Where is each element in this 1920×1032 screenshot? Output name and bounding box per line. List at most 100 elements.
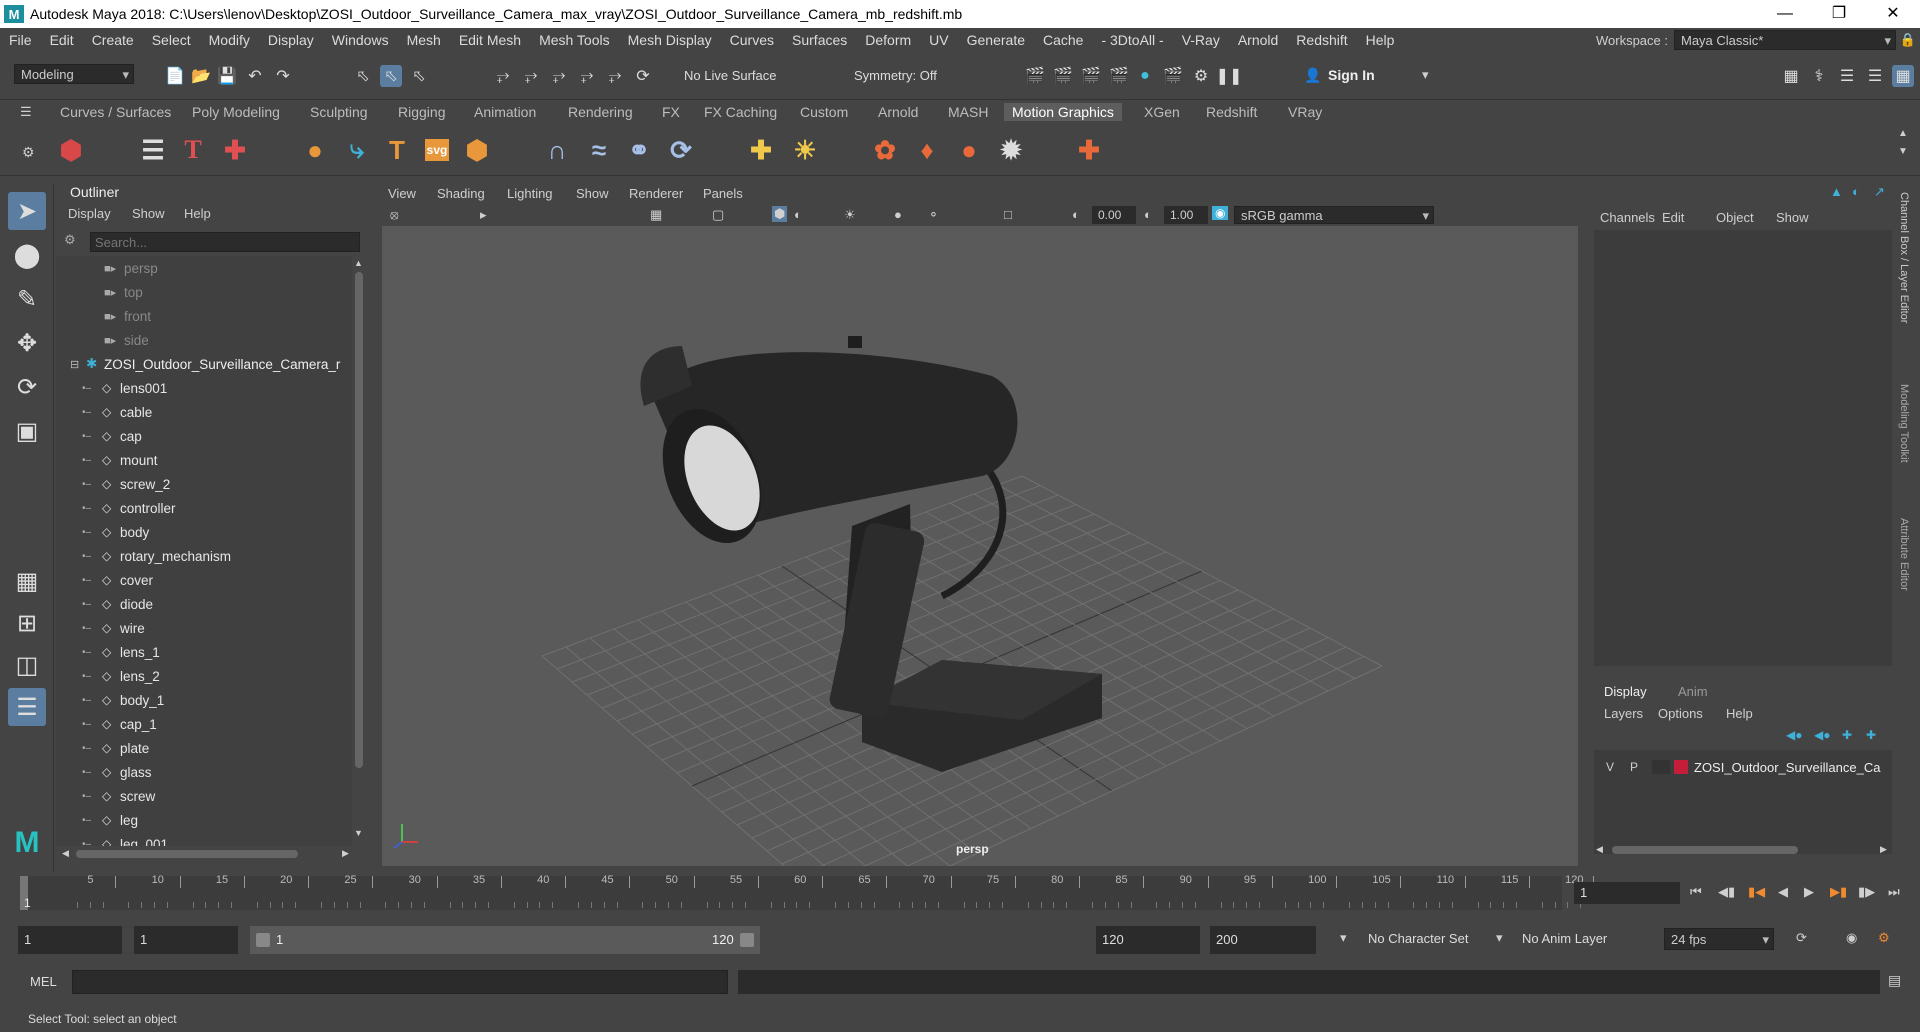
menu-mesh-tools[interactable]: Mesh Tools	[530, 32, 619, 48]
type-tool-icon[interactable]: T	[176, 133, 210, 167]
animation-end-field[interactable]: 200	[1210, 926, 1316, 954]
modeling-toolkit-icon[interactable]: ▦	[1780, 65, 1802, 87]
tab-poly-modeling[interactable]: Poly Modeling	[184, 103, 288, 121]
hypershade-icon[interactable]: ●	[1134, 65, 1156, 87]
channelbox-settings-icon[interactable]: ◐	[1852, 184, 1860, 199]
svg-tool-icon[interactable]: svg	[420, 133, 454, 167]
tab-sculpting[interactable]: Sculpting	[302, 103, 376, 121]
side-tab-attribute-editor[interactable]: Attribute Editor	[1898, 518, 1910, 591]
tab-fx-caching[interactable]: FX Caching	[696, 103, 785, 121]
anim-layer-field[interactable]: No Anim Layer	[1522, 931, 1607, 946]
live-surface-field[interactable]: No Live Surface	[684, 68, 777, 83]
tab-rendering[interactable]: Rendering	[560, 103, 641, 121]
list-icon[interactable]: ☰	[136, 133, 170, 167]
wave-deformer-icon[interactable]: ≈	[582, 133, 616, 167]
menu-vray[interactable]: V-Ray	[1173, 32, 1229, 48]
bullet-solver-icon[interactable]: ●	[952, 133, 986, 167]
undo-icon[interactable]: ↶	[244, 65, 266, 87]
3d-viewport[interactable]: persp	[382, 226, 1578, 866]
layer-row[interactable]: V P ZOSI_Outdoor_Surveillance_Ca	[1594, 756, 1892, 778]
collapse-icon[interactable]: ⊟	[70, 358, 86, 371]
menu-mesh-display[interactable]: Mesh Display	[619, 32, 721, 48]
menu-curves[interactable]: Curves	[721, 32, 783, 48]
outliner-search-input[interactable]	[90, 232, 360, 252]
shelf-scroll-down-icon[interactable]: ▼	[1898, 146, 1908, 157]
outliner-scroll-left-icon[interactable]: ◀	[62, 848, 69, 859]
range-slider[interactable]: 1 120	[250, 926, 760, 954]
tab-vray[interactable]: VRay	[1280, 103, 1330, 121]
outliner-scroll-down-icon[interactable]: ▼	[354, 828, 363, 838]
animation-start-field[interactable]: 1	[18, 926, 122, 954]
list-item[interactable]: •– ◇ wire	[56, 616, 346, 640]
list-item[interactable]: •– ◇ cable	[56, 400, 346, 424]
maximize-button[interactable]: ❐	[1812, 0, 1866, 28]
layer-type-toggle[interactable]	[1652, 760, 1670, 774]
channelbox-menu-show[interactable]: Show	[1776, 210, 1809, 225]
wireframe-icon[interactable]: ▢	[712, 207, 724, 223]
single-view-layout-icon[interactable]: ▦	[8, 562, 46, 600]
new-scene-icon[interactable]: 📄	[164, 65, 186, 87]
outliner-menu-help[interactable]: Help	[184, 206, 211, 221]
attribute-editor-icon[interactable]: ☰	[1836, 65, 1858, 87]
list-item[interactable]: •– ◇ controller	[56, 496, 346, 520]
render-settings-icon[interactable]: 🎬	[1108, 65, 1130, 87]
shelf-scroll-up-icon[interactable]: ▲	[1898, 128, 1908, 139]
tab-mash[interactable]: MASH	[940, 103, 996, 121]
tab-curves-surfaces[interactable]: Curves / Surfaces	[52, 103, 179, 121]
list-item[interactable]: •– ◇ rotary_mechanism	[56, 544, 346, 568]
command-language-label[interactable]: MEL	[30, 974, 57, 989]
gamma-icon[interactable]: ◐	[1144, 207, 1152, 222]
list-item-camera[interactable]: ■▸ side	[56, 328, 346, 352]
ipr-render-icon[interactable]: 🎬	[1080, 65, 1102, 87]
list-item[interactable]: •– ◇ leg_001	[56, 832, 346, 847]
menu-modify[interactable]: Modify	[200, 32, 259, 48]
layer-scroll-left-icon[interactable]: ◀	[1596, 844, 1603, 855]
layer-horizontal-scrollbar[interactable]	[1612, 846, 1798, 854]
script-editor-icon[interactable]: ▤	[1888, 972, 1901, 989]
menu-windows[interactable]: Windows	[323, 32, 398, 48]
layer-tab-anim[interactable]: Anim	[1678, 684, 1708, 699]
snap-point-icon[interactable]: ⥅	[548, 65, 570, 87]
menu-mesh[interactable]: Mesh	[398, 32, 450, 48]
isolate-select-icon[interactable]: □	[1004, 207, 1012, 222]
light-add-icon[interactable]: ✚	[744, 133, 778, 167]
lasso-tool-icon[interactable]: ⬤	[8, 236, 46, 274]
loop-icon[interactable]: ⟳	[1796, 930, 1807, 946]
open-scene-icon[interactable]: 📂	[190, 65, 212, 87]
text-tool-icon[interactable]: T	[380, 133, 414, 167]
sign-in-dropdown-icon[interactable]: ▾	[1422, 67, 1429, 83]
cross-tool-icon[interactable]: ✚	[1072, 133, 1106, 167]
list-item[interactable]: •– ◇ screw_2	[56, 472, 346, 496]
menu-file[interactable]: File	[0, 32, 41, 48]
timeline-track[interactable]: 5 10 15 20 25 30 35 40 45 50 55 60 65 70 75 80 85 90 95 100…	[20, 874, 1595, 910]
tab-rigging[interactable]: Rigging	[390, 103, 453, 121]
sign-in-button[interactable]: Sign In	[1328, 67, 1375, 83]
character-set-field[interactable]: No Character Set	[1368, 931, 1468, 946]
menu-deform[interactable]: Deform	[856, 32, 920, 48]
shelf-settings-icon[interactable]: ⚙	[22, 144, 35, 161]
four-view-layout-icon[interactable]: ⊞	[8, 604, 46, 642]
rotate-tool-icon[interactable]: ⟳	[8, 368, 46, 406]
viewport-menu-shading[interactable]: Shading	[437, 186, 485, 201]
list-item[interactable]: •– ◇ cap_1	[56, 712, 346, 736]
channelbox-menu-channels[interactable]: Channels	[1600, 210, 1655, 225]
bookmark-icon[interactable]: ▸	[480, 207, 487, 223]
tab-motion-graphics[interactable]: Motion Graphics	[1004, 103, 1122, 121]
playback-start-field[interactable]: 1	[134, 926, 238, 954]
command-input[interactable]	[72, 970, 728, 994]
go-to-end-icon[interactable]: ⏭	[1888, 884, 1900, 900]
anim-layer-dropdown-icon[interactable]: ▾	[1496, 930, 1503, 946]
animation-preferences-icon[interactable]: ⚙	[1878, 930, 1890, 946]
snap-view-icon[interactable]: ⥅	[576, 65, 598, 87]
fps-dropdown[interactable]: 24 fps	[1664, 928, 1774, 951]
xray-icon[interactable]: ⚬	[928, 207, 939, 223]
twist-deformer-icon[interactable]: ⚭	[622, 133, 656, 167]
list-item-camera[interactable]: ■▸ persp	[56, 256, 346, 280]
list-item[interactable]: •– ◇ lens001	[56, 376, 346, 400]
fracture-icon[interactable]: ♦	[910, 133, 944, 167]
paint-select-tool-icon[interactable]: ✎	[8, 280, 46, 318]
list-item[interactable]: •– ◇ cap	[56, 424, 346, 448]
snap-surface-icon[interactable]: ⥅	[604, 65, 626, 87]
particle-field-icon[interactable]: ✿	[868, 133, 902, 167]
menu-3dtoall[interactable]: - 3DtoAll -	[1092, 32, 1172, 48]
